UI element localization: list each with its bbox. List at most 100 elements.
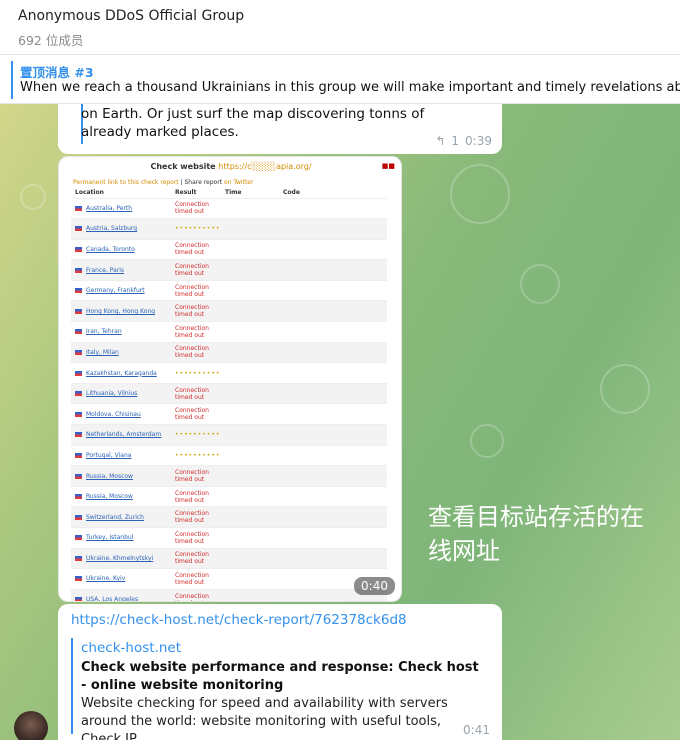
overlay-caption: 查看目标站存活的在线网址 xyxy=(428,503,644,565)
table-row: Moldova, Chisinau Connection timed out xyxy=(71,403,387,425)
code-cell xyxy=(279,259,387,281)
chat-area[interactable]: on Earth. Or just surf the map discoveri… xyxy=(0,104,680,740)
location-cell: Canada, Toronto xyxy=(71,238,171,260)
pinned-text: When we reach a thousand Ukrainians in t… xyxy=(20,80,680,95)
link-preview-site[interactable]: check-host.net xyxy=(81,640,181,656)
flag-icon xyxy=(75,267,82,273)
chat-header[interactable]: Anonymous DDoS Official Group 692 位成员 xyxy=(0,0,680,55)
code-cell xyxy=(279,218,387,240)
video-duration: 0:40 xyxy=(354,577,395,595)
table-row: Ukraine, Kyiv Connection timed out xyxy=(71,568,387,590)
code-cell xyxy=(279,382,387,404)
result-cell: Connection timed out xyxy=(171,300,221,322)
background-doodle xyxy=(470,424,504,458)
time-cell xyxy=(221,382,279,404)
time-cell xyxy=(221,568,279,590)
location-cell: Turkey, Istanbul xyxy=(71,527,171,549)
location-cell: Ukraine, Kyiv xyxy=(71,568,171,590)
message-time: 0:39 xyxy=(465,134,492,148)
message-bubble[interactable]: https://check-host.net/check-report/7623… xyxy=(58,604,502,740)
time-cell xyxy=(221,485,279,507)
flag-icon xyxy=(75,432,82,438)
result-cell: Connection timed out xyxy=(171,485,221,507)
location-cell: Australia, Perth xyxy=(71,197,171,219)
table-row: France, Paris Connection timed out xyxy=(71,259,387,281)
time-cell xyxy=(221,218,279,240)
flag-icon xyxy=(75,411,82,417)
location-cell: Italy, Milan xyxy=(71,341,171,363)
result-cell: Connection timed out xyxy=(171,403,221,425)
location-cell: France, Paris xyxy=(71,259,171,281)
time-cell xyxy=(221,588,279,601)
table-header-row: Location Result Time Code xyxy=(71,188,387,198)
result-cell: •••••••••• xyxy=(171,444,221,466)
table-row: Lithuania, Vilnius Connection timed out xyxy=(71,382,387,404)
location-cell: Netherlands, Amsterdam xyxy=(71,424,171,446)
result-cell: Connection timed out xyxy=(171,465,221,487)
location-cell: Iran, Tehran xyxy=(71,321,171,343)
background-doodle xyxy=(20,184,46,210)
message-meta: ↰ 1 0:39 xyxy=(435,134,492,148)
table-row: Netherlands, Amsterdam •••••••••• xyxy=(71,424,387,446)
flag-icon xyxy=(75,597,82,601)
time-cell xyxy=(221,300,279,322)
location-cell: Germany, Frankfurt xyxy=(71,279,171,301)
location-cell: Russia, Moscow xyxy=(71,465,171,487)
result-cell: Connection timed out xyxy=(171,321,221,343)
flag-icon xyxy=(75,473,82,479)
background-doodle xyxy=(520,264,560,304)
user-avatar[interactable] xyxy=(14,711,48,740)
message-bubble[interactable]: on Earth. Or just surf the map discoveri… xyxy=(58,104,502,154)
flag-icon xyxy=(75,452,82,458)
background-doodle xyxy=(450,164,510,224)
result-cell: Connection timed out xyxy=(171,238,221,260)
reply-count: 1 xyxy=(451,134,460,148)
time-cell xyxy=(221,279,279,301)
table-row: USA, Los AngelesConnection timed out xyxy=(71,588,387,601)
check-results-table: Location Result Time Code Australia, Per… xyxy=(71,188,387,601)
flag-icon xyxy=(75,391,82,397)
result-cell: Connection timed out xyxy=(171,279,221,301)
table-row: Switzerland, Zurich Connection timed out xyxy=(71,506,387,528)
result-cell: Connection timed out xyxy=(171,568,221,590)
time-cell xyxy=(221,547,279,569)
check-url: https://c░░░░apia.org/ xyxy=(218,162,312,171)
check-header: Check website https://c░░░░apia.org/ xyxy=(150,162,312,171)
time-cell xyxy=(221,465,279,487)
time-cell xyxy=(221,444,279,466)
flag-icon xyxy=(75,370,82,376)
column-header: Time xyxy=(225,189,242,197)
reply-icon[interactable]: ↰ xyxy=(435,134,445,148)
location-cell: Kazakhstan, Karaganda xyxy=(71,362,171,384)
table-row: Iran, Tehran Connection timed out xyxy=(71,321,387,343)
location-cell: Lithuania, Vilnius xyxy=(71,382,171,404)
location-cell: Switzerland, Zurich xyxy=(71,506,171,528)
result-cell: •••••••••• xyxy=(171,424,221,446)
flag-icon xyxy=(75,535,82,541)
location-cell: Moldova, Chisinau xyxy=(71,403,171,425)
table-row: Portugal, Viana •••••••••• xyxy=(71,444,387,466)
code-cell xyxy=(279,197,387,219)
time-cell xyxy=(221,259,279,281)
table-row: Hong Kong, Hong Kong Connection timed out xyxy=(71,300,387,322)
code-cell xyxy=(279,238,387,260)
code-cell xyxy=(279,321,387,343)
location-cell: Russia, Moscow xyxy=(71,485,171,507)
message-link[interactable]: https://check-host.net/check-report/7623… xyxy=(71,612,407,628)
code-cell xyxy=(279,300,387,322)
column-header: Location xyxy=(75,189,104,197)
time-cell xyxy=(221,238,279,260)
location-cell: Hong Kong, Hong Kong xyxy=(71,300,171,322)
table-row: Germany, Frankfurt Connection timed out xyxy=(71,279,387,301)
pinned-message-bar[interactable]: 置顶消息 #3 When we reach a thousand Ukraini… xyxy=(0,56,680,104)
flag-icon xyxy=(75,226,82,232)
message-time: 0:41 xyxy=(463,723,490,737)
flag-icon xyxy=(75,576,82,582)
code-cell xyxy=(279,547,387,569)
time-cell xyxy=(221,341,279,363)
link-preview-bar xyxy=(71,638,73,734)
media-screenshot[interactable]: Check website https://c░░░░apia.org/ ■■ … xyxy=(58,156,402,602)
link-preview-description: Website checking for speed and availabil… xyxy=(81,696,448,740)
table-row: Kazakhstan, Karaganda •••••••••• xyxy=(71,362,387,384)
result-cell: Connection timed out xyxy=(171,341,221,363)
